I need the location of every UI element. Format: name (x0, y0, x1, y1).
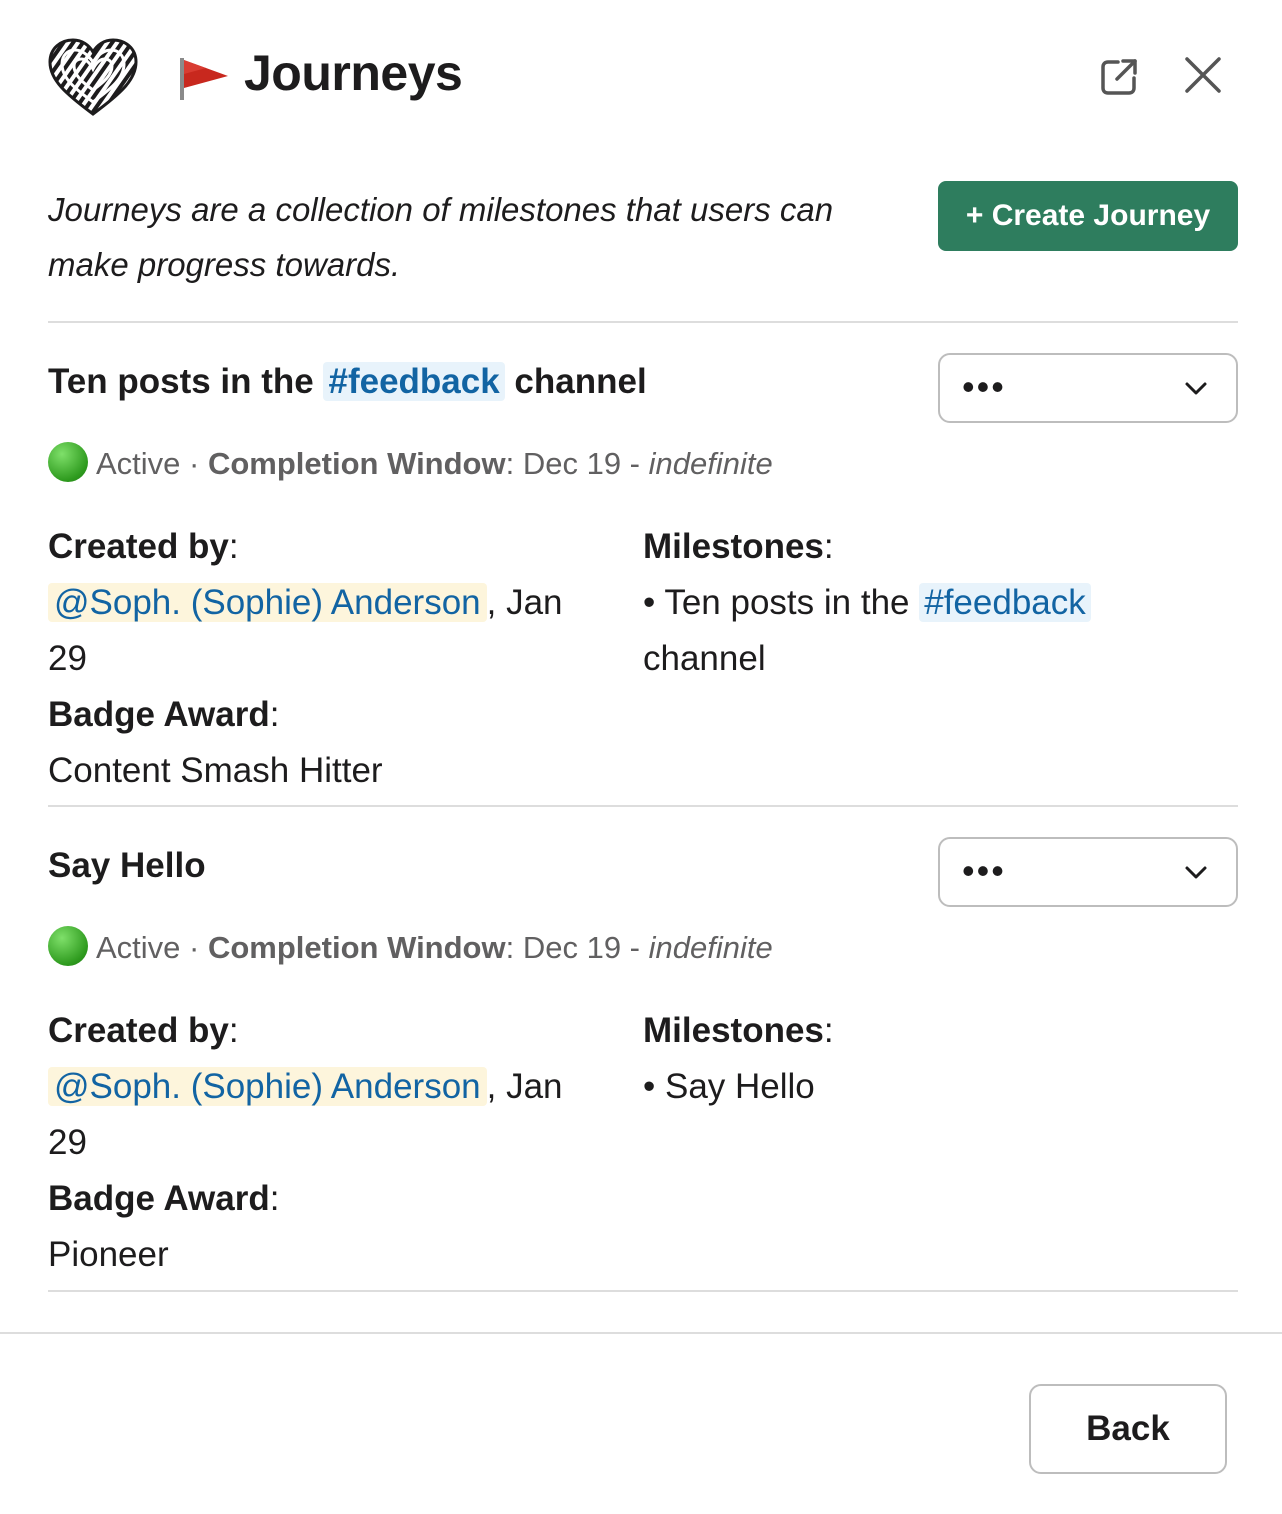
window-end: indefinite (648, 446, 773, 481)
open-external-icon[interactable] (1096, 54, 1142, 100)
chevron-down-icon (1185, 866, 1207, 879)
milestones-label: Milestones (643, 527, 824, 566)
intro-text: Journeys are a collection of milestones … (48, 191, 834, 283)
footer-divider (0, 1332, 1282, 1334)
divider (48, 1290, 1238, 1292)
journey-milestones: Milestones: • Say Hello (643, 1003, 1203, 1115)
journey-status-line: Active · Completion Window: Dec 19 - ind… (48, 440, 773, 488)
close-icon[interactable] (1180, 52, 1226, 98)
milestones-label: Milestones (643, 1011, 824, 1050)
created-by-label: Created by (48, 1011, 229, 1050)
more-dots-icon: ••• (962, 850, 1006, 891)
journey-milestones: Milestones: • Ten posts in the #feedback… (643, 519, 1203, 687)
modal-header: Journeys (0, 0, 1282, 150)
journey-actions-select[interactable]: ••• (938, 353, 1238, 423)
more-dots-icon: ••• (962, 366, 1006, 407)
colon: : (228, 1011, 239, 1050)
badge-name: Pioneer (48, 1235, 169, 1274)
journey-title: Say Hello (48, 846, 206, 885)
status-text: Active (96, 446, 181, 481)
badge-name: Content Smash Hitter (48, 751, 383, 790)
creator-mention[interactable]: @Soph. (Sophie) Anderson (48, 1067, 487, 1106)
red-flag-icon (180, 58, 228, 100)
window-start: : Dec 19 - (505, 446, 649, 481)
channel-link[interactable]: #feedback (919, 583, 1091, 622)
created-by-label: Created by (48, 527, 229, 566)
window-end: indefinite (648, 930, 773, 965)
window-label: Completion Window (207, 446, 506, 481)
rope-heart-icon (48, 38, 138, 116)
colon: : (269, 1179, 280, 1218)
journey-details: Created by: @Soph. (Sophie) Anderson, Ja… (48, 1003, 608, 1283)
window-start: : Dec 19 - (505, 930, 649, 965)
milestone-text: channel (643, 639, 766, 678)
back-button[interactable]: Back (1029, 1384, 1227, 1474)
colon: : (228, 527, 239, 566)
milestone-item: • Say Hello (643, 1067, 815, 1106)
journey-title-text: channel (504, 362, 647, 401)
journey-title: Ten posts in the #feedback channel (48, 354, 647, 410)
window-label: Completion Window (207, 930, 506, 965)
divider (48, 805, 1238, 807)
creator-mention[interactable]: @Soph. (Sophie) Anderson (48, 583, 487, 622)
milestone-text: • Ten posts in the (643, 583, 920, 622)
journey-details: Created by: @Soph. (Sophie) Anderson, Ja… (48, 519, 608, 799)
separator: · (180, 446, 208, 481)
badge-award-label: Badge Award (48, 1179, 270, 1218)
create-journey-button[interactable]: + Create Journey (938, 181, 1238, 251)
channel-link[interactable]: #feedback (323, 362, 505, 401)
journey-title-text: Ten posts in the (48, 362, 324, 401)
page-title: Journeys (244, 45, 463, 101)
journey-status-line: Active · Completion Window: Dec 19 - ind… (48, 924, 773, 972)
divider (48, 321, 1238, 323)
colon: : (823, 1011, 834, 1050)
colon: : (823, 527, 834, 566)
separator: · (180, 930, 208, 965)
colon: : (269, 695, 280, 734)
status-text: Active (96, 930, 181, 965)
green-circle-icon (48, 442, 88, 482)
green-circle-icon (48, 926, 88, 966)
chevron-down-icon (1185, 382, 1207, 395)
milestone-item: • Ten posts in the #feedback channel (643, 575, 1203, 687)
badge-award-label: Badge Award (48, 695, 270, 734)
journey-actions-select[interactable]: ••• (938, 837, 1238, 907)
